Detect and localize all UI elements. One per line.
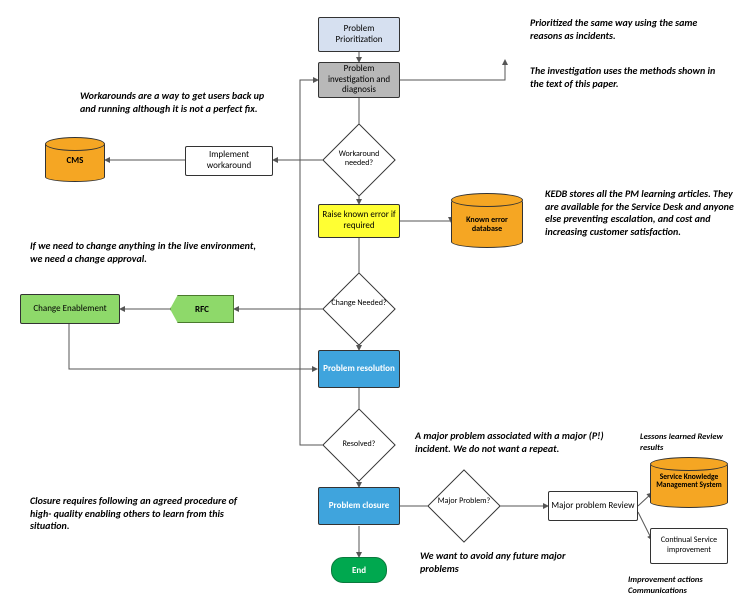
label: Problem resolution [323,364,395,375]
label: Continual Service improvement [653,536,725,555]
label: Problem investigation and diagnosis [321,64,397,96]
label: End [352,565,366,576]
annotation-closure: Closure requires following an agreed pro… [30,495,260,533]
csi-box: Continual Service improvement [650,528,728,564]
change-decision [322,272,396,346]
annotation-investigation: The investigation uses the methods shown… [530,65,730,90]
skms-cylinder: Service Knowledge Management System [650,460,728,508]
end-terminator: End [331,557,387,583]
implement-workaround-box: Implement workaround [185,146,273,176]
change-enablement-box: Change Enablement [20,294,120,324]
problem-resolution-box: Problem resolution [318,350,400,388]
annotation-change: If we need to change anything in the liv… [30,240,260,265]
annotation-workarounds: Workarounds are a way to get users back … [80,90,270,115]
major-decision [427,469,501,543]
label: Major problem Review [551,501,634,512]
workaround-decision [322,123,396,197]
label: Implement workaround [188,150,270,172]
rfc-box: RFC [170,295,234,323]
label: Problem Prioritization [321,24,397,46]
label: Problem closure [329,501,390,512]
label: Raise known error if required [321,210,397,232]
major-review-box: Major problem Review [548,491,638,521]
skms-label: Service Knowledge Management System [651,474,727,491]
resolved-decision [322,408,396,482]
annotation-prioritized: Prioritized the same way using the same … [530,17,730,42]
problem-closure-box: Problem closure [318,487,400,525]
annotation-avoid: We want to avoid any future major proble… [420,550,600,575]
label: RFC [195,304,209,315]
annotation-improvement: Improvement actions Communications [628,575,748,596]
annotation-major: A major problem associated with a major … [415,430,635,455]
kedb-label: Known error database [452,216,522,234]
annotation-kedb: KEDB stores all the PM learning articles… [545,188,740,238]
cms-cylinder: CMS [45,140,105,182]
cms-label: CMS [46,156,104,166]
problem-prioritization-box: Problem Prioritization [318,17,400,52]
annotation-lessons: Lessons learned Review results [640,432,740,453]
investigation-box: Problem investigation and diagnosis [318,62,400,98]
label: Change Enablement [33,304,106,315]
raise-known-error-box: Raise known error if required [318,204,400,238]
kedb-cylinder: Known error database [451,196,523,248]
